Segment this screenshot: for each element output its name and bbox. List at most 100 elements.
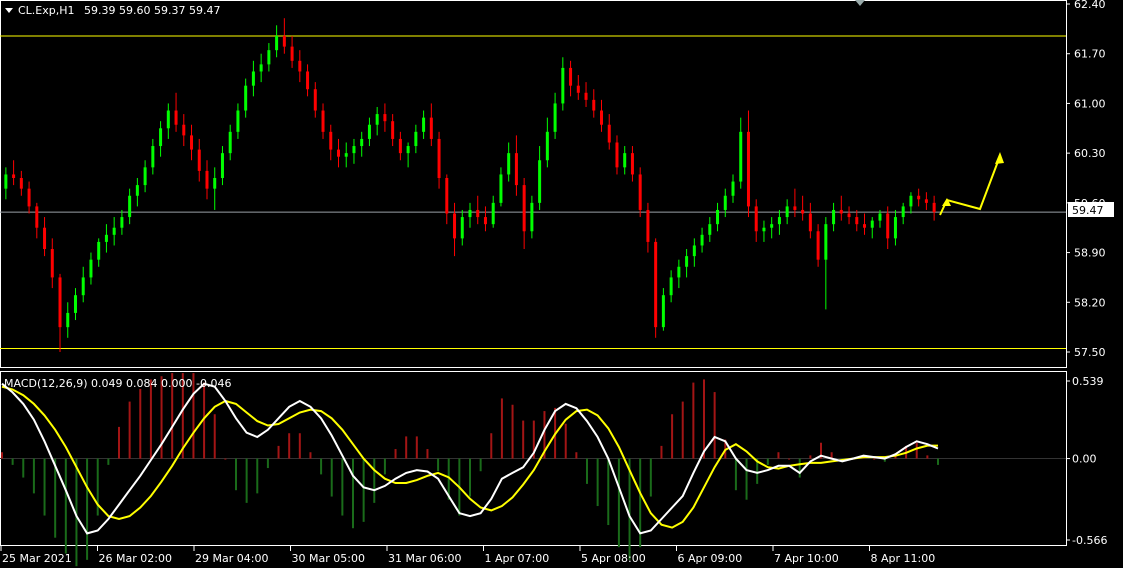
macd-histogram-bar: [139, 388, 142, 459]
candle-body: [375, 114, 379, 125]
candle-body: [538, 160, 542, 203]
candle-body: [793, 206, 797, 210]
macd-histogram-bar: [32, 458, 35, 494]
candle-body: [530, 202, 534, 232]
candle-body: [422, 117, 426, 132]
macd-histogram-bar: [703, 379, 705, 459]
candle-body: [58, 277, 62, 328]
time-axis-label: 26 Mar 02:00: [99, 552, 172, 565]
macd-label: MACD(12,26,9) 0.049 0.084 0.000 -0.046: [4, 377, 231, 390]
candle-body: [437, 138, 441, 178]
candle-body: [584, 92, 588, 100]
candle-body: [298, 60, 302, 72]
macd-histogram-bar: [660, 445, 663, 459]
macd-histogram-bar: [86, 458, 89, 560]
candle-body: [81, 277, 85, 296]
macd-histogram-bar: [607, 458, 610, 526]
candle-body: [514, 153, 518, 186]
macd-histogram-bar: [692, 382, 695, 459]
candle-body: [236, 110, 240, 132]
macd-histogram-bar: [213, 414, 216, 459]
macd-histogram-bar: [415, 436, 418, 459]
candle-body: [251, 71, 255, 86]
candle-body: [901, 206, 905, 218]
price-axis-label: 62.40: [1074, 0, 1106, 11]
candle-body: [491, 202, 495, 225]
macd-histogram-bar: [522, 420, 525, 459]
macd-histogram-bar: [107, 458, 110, 465]
macd-histogram-bar: [245, 458, 248, 503]
candle-body: [352, 146, 356, 154]
candle-body: [893, 217, 897, 239]
candle-body: [460, 217, 464, 239]
candle-body: [801, 209, 805, 214]
price-axis-label: 57.50: [1074, 346, 1106, 359]
macd-histogram-bar: [649, 458, 652, 497]
candle-body: [329, 131, 333, 150]
candle-body: [35, 206, 39, 228]
macd-histogram-bar: [596, 458, 599, 507]
candle-body: [228, 131, 232, 154]
candle-body: [398, 138, 402, 154]
candle-body: [692, 245, 696, 257]
candle-body: [43, 227, 47, 250]
candle-body: [313, 89, 317, 111]
candle-body: [290, 46, 294, 61]
candle-body: [700, 234, 704, 246]
candle-body: [391, 121, 395, 139]
candle-body: [143, 167, 147, 186]
macd-histogram-bar: [128, 401, 131, 459]
macd-histogram-bar: [671, 414, 674, 459]
candle-body: [89, 259, 93, 278]
macd-histogram-bar: [426, 449, 429, 459]
candle-body: [27, 188, 31, 207]
candle-body: [522, 185, 526, 232]
macd-histogram-bar: [873, 458, 876, 460]
candle-body: [128, 195, 132, 218]
macd-histogram-bar: [352, 458, 354, 529]
candle-body: [824, 224, 828, 260]
candle-body: [174, 110, 178, 125]
price-axis-label: 61.70: [1074, 48, 1106, 61]
candle-body: [12, 174, 16, 178]
candle-body: [468, 209, 472, 218]
time-axis-label: 25 Mar 2021: [2, 552, 72, 565]
macd-histogram-bar: [235, 458, 237, 491]
macd-axis-label: 0.539: [1072, 375, 1104, 388]
time-axis-label: 30 Mar 05:00: [292, 552, 365, 565]
candle-body: [166, 110, 170, 129]
macd-histogram-bar: [788, 458, 791, 460]
candle-body: [917, 195, 921, 200]
candle-body: [507, 153, 511, 175]
macd-histogram-bar: [809, 455, 812, 459]
candle-body: [104, 234, 108, 242]
macd-histogram-bar: [394, 449, 397, 459]
candle-body: [414, 131, 418, 147]
candle-body: [182, 124, 186, 136]
macd-histogram-bar: [43, 458, 46, 516]
macd-histogram-bar: [937, 458, 939, 465]
time-axis-label: 8 Apr 11:00: [871, 552, 936, 565]
candle-body: [754, 206, 758, 232]
macd-histogram-bar: [575, 452, 578, 459]
candle-body: [638, 174, 642, 210]
candle-body: [445, 178, 449, 214]
macd-histogram-bar: [266, 458, 269, 469]
candle-body: [259, 64, 263, 72]
candle-body: [669, 277, 673, 296]
macd-histogram-bar: [320, 458, 323, 475]
macd-histogram-bar: [405, 436, 408, 459]
candle-body: [197, 149, 201, 171]
candle-body: [777, 217, 781, 225]
candle-body: [267, 50, 271, 65]
candle-body: [592, 99, 596, 111]
macd-histogram-bar: [734, 458, 737, 491]
candle-body: [839, 209, 843, 214]
chart-svg[interactable]: 62.4061.7061.0060.3059.6058.9058.2057.50…: [0, 0, 1123, 568]
macd-histogram-bar: [926, 455, 929, 459]
macd-histogram-bar: [511, 404, 514, 459]
candle-body: [97, 241, 101, 260]
candle-body: [723, 195, 727, 210]
candle-body: [886, 213, 890, 239]
time-axis-label: 7 Apr 10:00: [774, 552, 839, 565]
